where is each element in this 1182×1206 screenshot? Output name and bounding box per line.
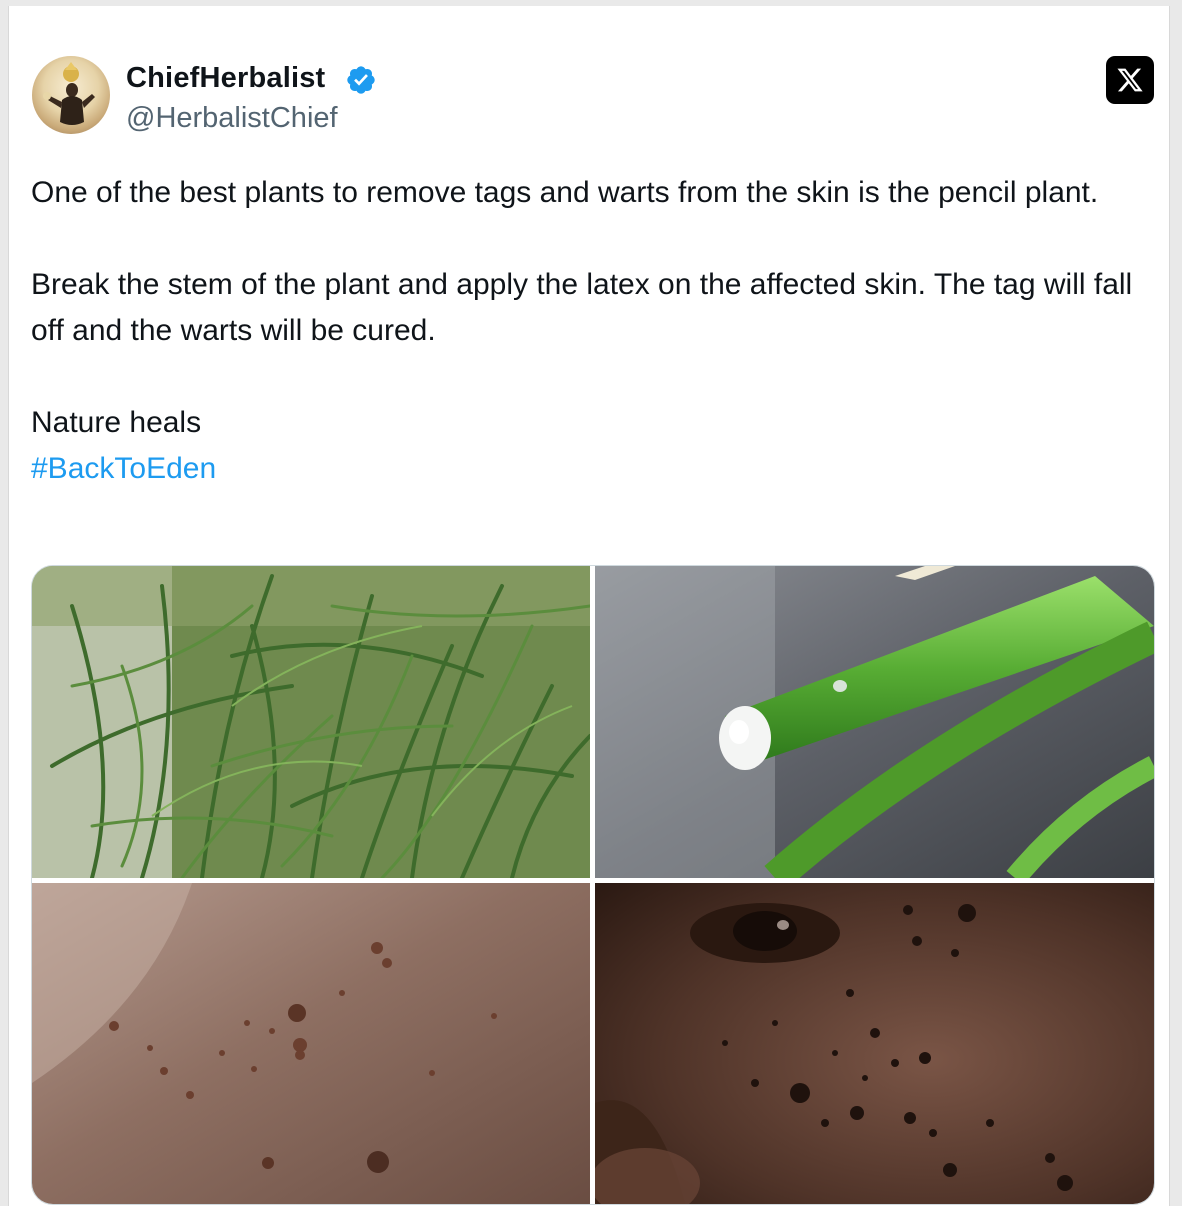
skin-tags-neck-photo[interactable] (32, 883, 590, 1204)
tweet-card: ChiefHerbalist @HerbalistChief One of th… (8, 6, 1170, 1206)
skin-tags-face-photo[interactable] (595, 883, 1154, 1204)
pencil-plant-photo[interactable] (32, 566, 590, 878)
tweet-text: One of the best plants to remove tags an… (31, 170, 1161, 492)
hashtag-link[interactable]: #BackToEden (31, 446, 1161, 492)
author-avatar[interactable] (32, 56, 110, 134)
author-name[interactable]: ChiefHerbalist (126, 62, 325, 95)
verified-badge-icon (347, 66, 375, 94)
tweet-paragraph-1: One of the best plants to remove tags an… (31, 176, 1099, 209)
tweet-paragraph-2: Break the stem of the plant and apply th… (31, 268, 1133, 347)
media-grid (31, 565, 1155, 1205)
tweet-paragraph-3: Nature heals (31, 406, 202, 439)
broken-stem-latex-photo[interactable] (595, 566, 1154, 878)
x-logo-icon[interactable] (1106, 56, 1154, 104)
author-handle[interactable]: @HerbalistChief (126, 102, 338, 135)
avatar-figure-icon (43, 62, 95, 125)
